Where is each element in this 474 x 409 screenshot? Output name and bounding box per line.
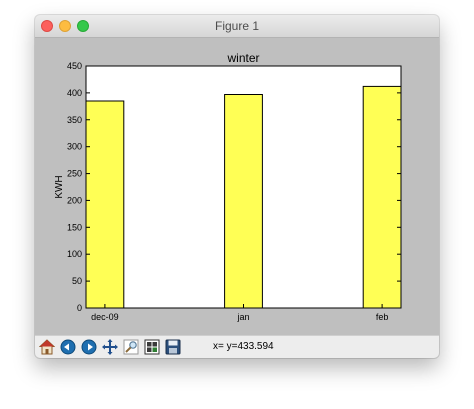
- home-button[interactable]: [38, 338, 56, 356]
- configure-subplots-button[interactable]: [143, 338, 161, 356]
- home-icon: [39, 339, 55, 355]
- y-tick-label: 350: [67, 115, 82, 125]
- coordinate-status: x= y=433.594: [213, 341, 274, 352]
- navigation-toolbar: x= y=433.594: [35, 335, 439, 358]
- back-button[interactable]: [59, 338, 77, 356]
- y-tick-label: 450: [67, 61, 82, 71]
- figure-window: Figure 1 0 50 100 150 200 250 300 350 400 450 dec…: [35, 15, 439, 358]
- x-tick-label: jan: [236, 312, 249, 322]
- y-tick-label: 400: [67, 88, 82, 98]
- figure-canvas[interactable]: 0 50 100 150 200 250 300 350 400 450 dec-09 jan feb…: [35, 38, 439, 335]
- title-bar[interactable]: Figure 1: [35, 15, 439, 38]
- x-tick-label: dec-09: [91, 312, 119, 322]
- save-icon: [165, 339, 181, 355]
- pan-icon: [102, 339, 118, 355]
- zoom-rect-button[interactable]: [122, 338, 140, 356]
- bar-feb: [362, 85, 402, 309]
- y-tick-label: 250: [67, 169, 82, 179]
- y-axis-label: KWH: [54, 175, 65, 198]
- zoom-icon: [123, 339, 139, 355]
- forward-button[interactable]: [80, 338, 98, 356]
- bar-chart: 0 50 100 150 200 250 300 350 400 450 dec-09 jan feb…: [54, 51, 402, 322]
- y-tick-label: 200: [67, 195, 82, 205]
- y-tick-label: 300: [67, 142, 82, 152]
- pan-button[interactable]: [101, 338, 119, 356]
- save-button[interactable]: [164, 338, 182, 356]
- y-tick-label: 0: [77, 303, 82, 313]
- chart-title: winter: [226, 51, 259, 65]
- y-tick-label: 50: [72, 276, 82, 286]
- window-title: Figure 1: [214, 19, 260, 33]
- y-tick-label: 150: [67, 222, 82, 232]
- bar-dec-09: [85, 100, 125, 309]
- configure-subplots-icon: [144, 339, 160, 355]
- back-icon: [60, 339, 76, 355]
- y-tick-label: 100: [67, 249, 82, 259]
- bar-jan: [224, 94, 263, 309]
- x-tick-label: feb: [376, 312, 389, 322]
- forward-icon: [81, 339, 97, 355]
